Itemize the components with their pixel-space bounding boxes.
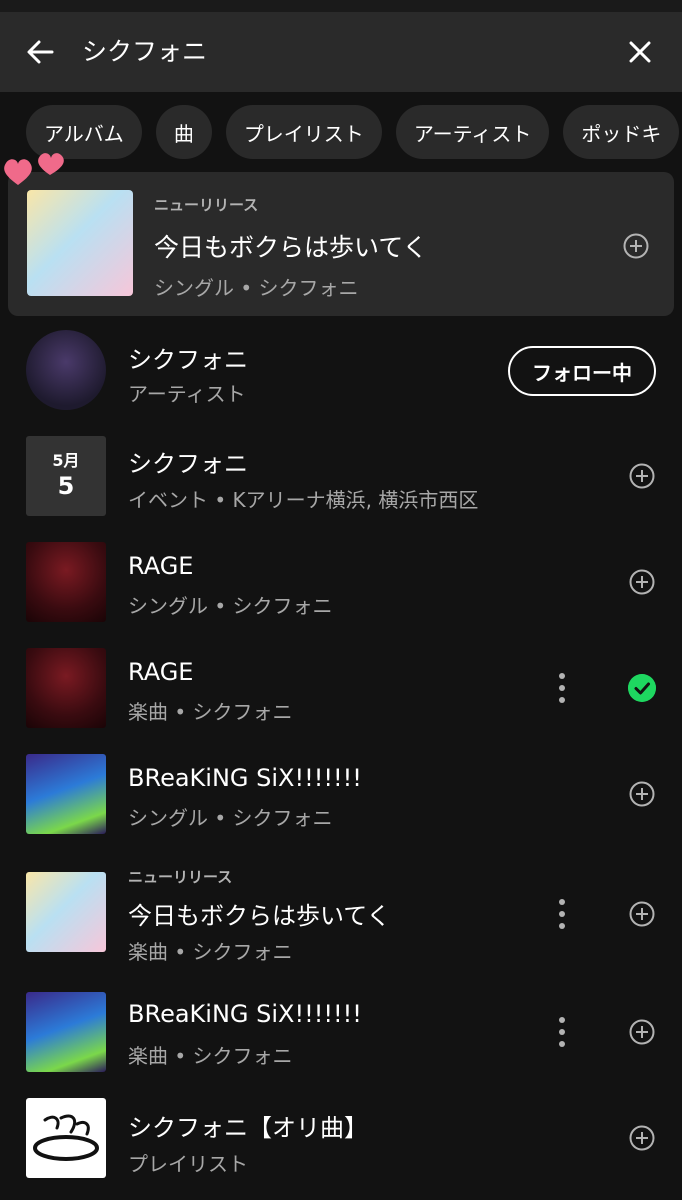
add-icon[interactable] bbox=[628, 1124, 656, 1152]
add-icon[interactable] bbox=[628, 568, 656, 596]
event-month: 5月 bbox=[52, 451, 80, 470]
add-icon[interactable] bbox=[628, 1018, 656, 1046]
item-subtitle: プレイリスト bbox=[128, 1152, 248, 1176]
add-icon[interactable] bbox=[622, 232, 650, 260]
list-item[interactable]: RAGE 楽曲 • シクフォニ bbox=[0, 638, 682, 738]
chip-podcast[interactable]: ポッドキ bbox=[563, 105, 680, 159]
track-subtitle: シングル • シクフォニ bbox=[154, 276, 359, 300]
list-item[interactable]: BReaKiNG SiX!!!!!!! 楽曲 • シクフォニ bbox=[0, 982, 682, 1082]
artist-name: シクフォニ bbox=[128, 346, 248, 374]
new-release-tag: ニューリリース bbox=[154, 196, 259, 214]
new-release-card[interactable]: ニューリリース 今日もボクらは歩いてく シングル • シクフォニ bbox=[8, 172, 674, 316]
hearts-icon bbox=[4, 153, 64, 185]
event-day: 5 bbox=[57, 472, 75, 500]
item-title: BReaKiNG SiX!!!!!!! bbox=[128, 764, 362, 792]
item-title: 今日もボクらは歩いてく bbox=[128, 902, 391, 930]
close-icon[interactable] bbox=[622, 34, 658, 70]
chip-playlist[interactable]: プレイリスト bbox=[225, 105, 382, 159]
album-art bbox=[26, 542, 106, 622]
new-release-tag: ニューリリース bbox=[128, 868, 233, 886]
item-subtitle: 楽曲 • シクフォニ bbox=[128, 1044, 293, 1068]
track-title: 今日もボクらは歩いてく bbox=[154, 233, 428, 262]
album-art bbox=[26, 992, 106, 1072]
event-subtitle: イベント • Kアリーナ横浜, 横浜市西区 bbox=[128, 488, 479, 512]
chip-songs[interactable]: 曲 bbox=[155, 105, 212, 159]
back-arrow-icon[interactable] bbox=[22, 34, 58, 70]
more-options-icon[interactable] bbox=[552, 670, 572, 706]
item-subtitle: シングル • シクフォニ bbox=[128, 594, 333, 618]
playlist-logo-icon bbox=[33, 1114, 99, 1161]
album-art bbox=[26, 648, 106, 728]
following-button[interactable]: フォロー中 bbox=[508, 346, 656, 396]
list-item[interactable]: シクフォニ【オリ曲】 プレイリスト bbox=[0, 1088, 682, 1188]
item-title: RAGE bbox=[128, 552, 194, 580]
artist-avatar bbox=[26, 330, 106, 410]
item-title: BReaKiNG SiX!!!!!!! bbox=[128, 1000, 362, 1028]
more-options-icon[interactable] bbox=[552, 1014, 572, 1050]
status-strip bbox=[0, 0, 682, 12]
item-title: RAGE bbox=[128, 658, 194, 686]
playlist-art bbox=[26, 1098, 106, 1178]
event-title: シクフォニ bbox=[128, 450, 248, 478]
chip-artist[interactable]: アーティスト bbox=[395, 105, 550, 159]
added-check-icon[interactable] bbox=[628, 674, 656, 702]
album-art bbox=[26, 754, 106, 834]
event-row[interactable]: 5月 5 シクフォニ イベント • Kアリーナ横浜, 横浜市西区 bbox=[0, 426, 682, 526]
item-subtitle: 楽曲 • シクフォニ bbox=[128, 940, 293, 964]
add-icon[interactable] bbox=[628, 900, 656, 928]
item-subtitle: 楽曲 • シクフォニ bbox=[128, 700, 293, 724]
item-title: シクフォニ【オリ曲】 bbox=[128, 1114, 368, 1142]
add-icon[interactable] bbox=[628, 780, 656, 808]
search-bar: シクフォニ bbox=[0, 12, 682, 92]
album-art bbox=[26, 872, 106, 952]
search-input[interactable]: シクフォニ bbox=[82, 36, 207, 68]
list-item[interactable]: RAGE シングル • シクフォニ bbox=[0, 532, 682, 632]
artist-type: アーティスト bbox=[128, 382, 246, 406]
item-subtitle: シングル • シクフォニ bbox=[128, 806, 333, 830]
album-art bbox=[27, 190, 133, 296]
list-item[interactable]: ニューリリース 今日もボクらは歩いてく 楽曲 • シクフォニ bbox=[0, 862, 682, 974]
filter-chips: アルバム 曲 プレイリスト アーティスト ポッドキ bbox=[26, 105, 680, 159]
list-item[interactable]: BReaKiNG SiX!!!!!!! シングル • シクフォニ bbox=[0, 744, 682, 844]
event-date: 5月 5 bbox=[26, 436, 106, 516]
add-icon[interactable] bbox=[628, 462, 656, 490]
more-options-icon[interactable] bbox=[552, 896, 572, 932]
